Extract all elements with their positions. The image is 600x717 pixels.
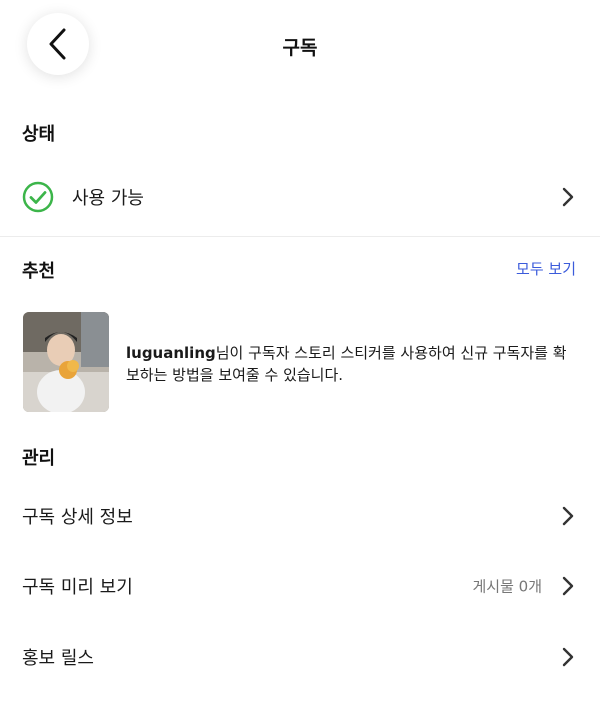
chevron-right-icon xyxy=(562,506,574,526)
check-circle-icon xyxy=(22,181,54,213)
status-row[interactable]: 사용 가능 xyxy=(0,167,600,227)
row-label: 홍보 릴스 xyxy=(22,648,94,669)
row-label: 구독 상세 정보 xyxy=(22,507,133,528)
status-section-title: 상태 xyxy=(22,124,56,145)
promotional-reels-row[interactable]: 홍보 릴스 xyxy=(0,627,600,687)
recommendation-username: luguanling xyxy=(126,344,216,362)
chevron-right-icon xyxy=(562,647,574,667)
chevron-right-icon xyxy=(562,187,574,207)
header: 구독 xyxy=(0,0,600,90)
chevron-right-icon xyxy=(562,576,574,596)
recommendations-section-title: 추천 xyxy=(22,261,56,282)
subscription-details-row[interactable]: 구독 상세 정보 xyxy=(0,486,600,546)
row-label: 구독 미리 보기 xyxy=(22,577,133,598)
subscription-preview-row[interactable]: 구독 미리 보기 게시물 0개 xyxy=(0,556,600,616)
recommendation-text[interactable]: luguanling님이 구독자 스토리 스티커를 사용하여 신규 구독자를 확… xyxy=(126,342,576,386)
page-title: 구독 xyxy=(282,37,318,59)
recommendation-thumbnail[interactable] xyxy=(23,312,109,412)
see-all-link[interactable]: 모두 보기 xyxy=(516,258,576,279)
divider xyxy=(0,236,600,237)
manage-section-title: 관리 xyxy=(22,448,56,469)
thumbnail-photo xyxy=(23,312,109,412)
status-value: 사용 가능 xyxy=(72,188,144,209)
post-count: 게시물 0개 xyxy=(472,577,542,596)
